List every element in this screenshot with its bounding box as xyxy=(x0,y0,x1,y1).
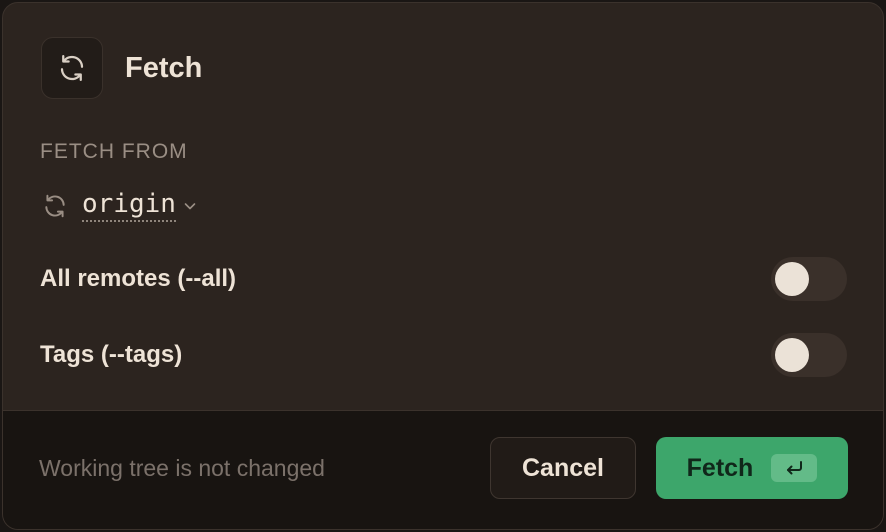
remote-selector[interactable]: origin xyxy=(41,189,198,222)
all-remotes-label: All remotes (--all) xyxy=(40,265,237,292)
toggle-knob xyxy=(775,262,809,296)
fetch-button-label: Fetch xyxy=(686,453,754,482)
refresh-icon xyxy=(41,37,103,99)
fetch-button[interactable]: Fetch xyxy=(656,437,848,499)
fetch-dialog: Fetch FETCH FROM origin All remotes (--a… xyxy=(2,2,884,530)
chevron-down-icon[interactable] xyxy=(182,198,198,214)
fetch-from-label: FETCH FROM xyxy=(40,140,188,163)
status-text: Working tree is not changed xyxy=(39,455,325,481)
enter-key-icon xyxy=(771,454,818,482)
dialog-header: Fetch xyxy=(41,37,202,99)
cancel-button[interactable]: Cancel xyxy=(490,437,636,499)
option-all-remotes: All remotes (--all) xyxy=(40,257,847,301)
toggle-knob xyxy=(775,338,809,372)
dialog-footer: Working tree is not changed Cancel Fetch xyxy=(3,410,883,529)
all-remotes-toggle[interactable] xyxy=(771,257,847,301)
tags-toggle[interactable] xyxy=(771,333,847,377)
tags-label: Tags (--tags) xyxy=(40,341,183,368)
remote-name[interactable]: origin xyxy=(82,189,176,222)
refresh-icon xyxy=(41,192,69,220)
cancel-button-label: Cancel xyxy=(522,453,604,482)
dialog-title: Fetch xyxy=(125,51,203,84)
option-tags: Tags (--tags) xyxy=(40,333,847,377)
